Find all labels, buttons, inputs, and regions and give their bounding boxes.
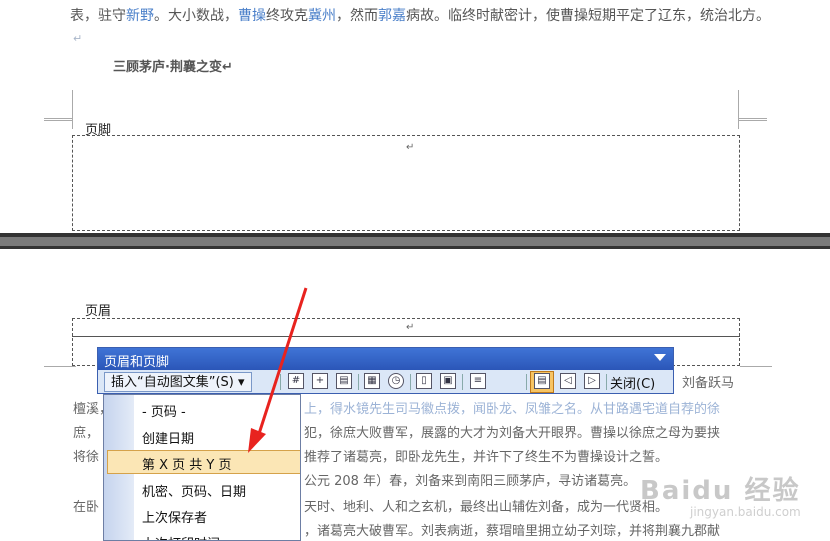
annotation-arrow-icon	[248, 287, 308, 453]
watermark-url: jingyan.baidu.com	[690, 505, 801, 519]
watermark-logo: Baidu 经验	[640, 476, 801, 506]
